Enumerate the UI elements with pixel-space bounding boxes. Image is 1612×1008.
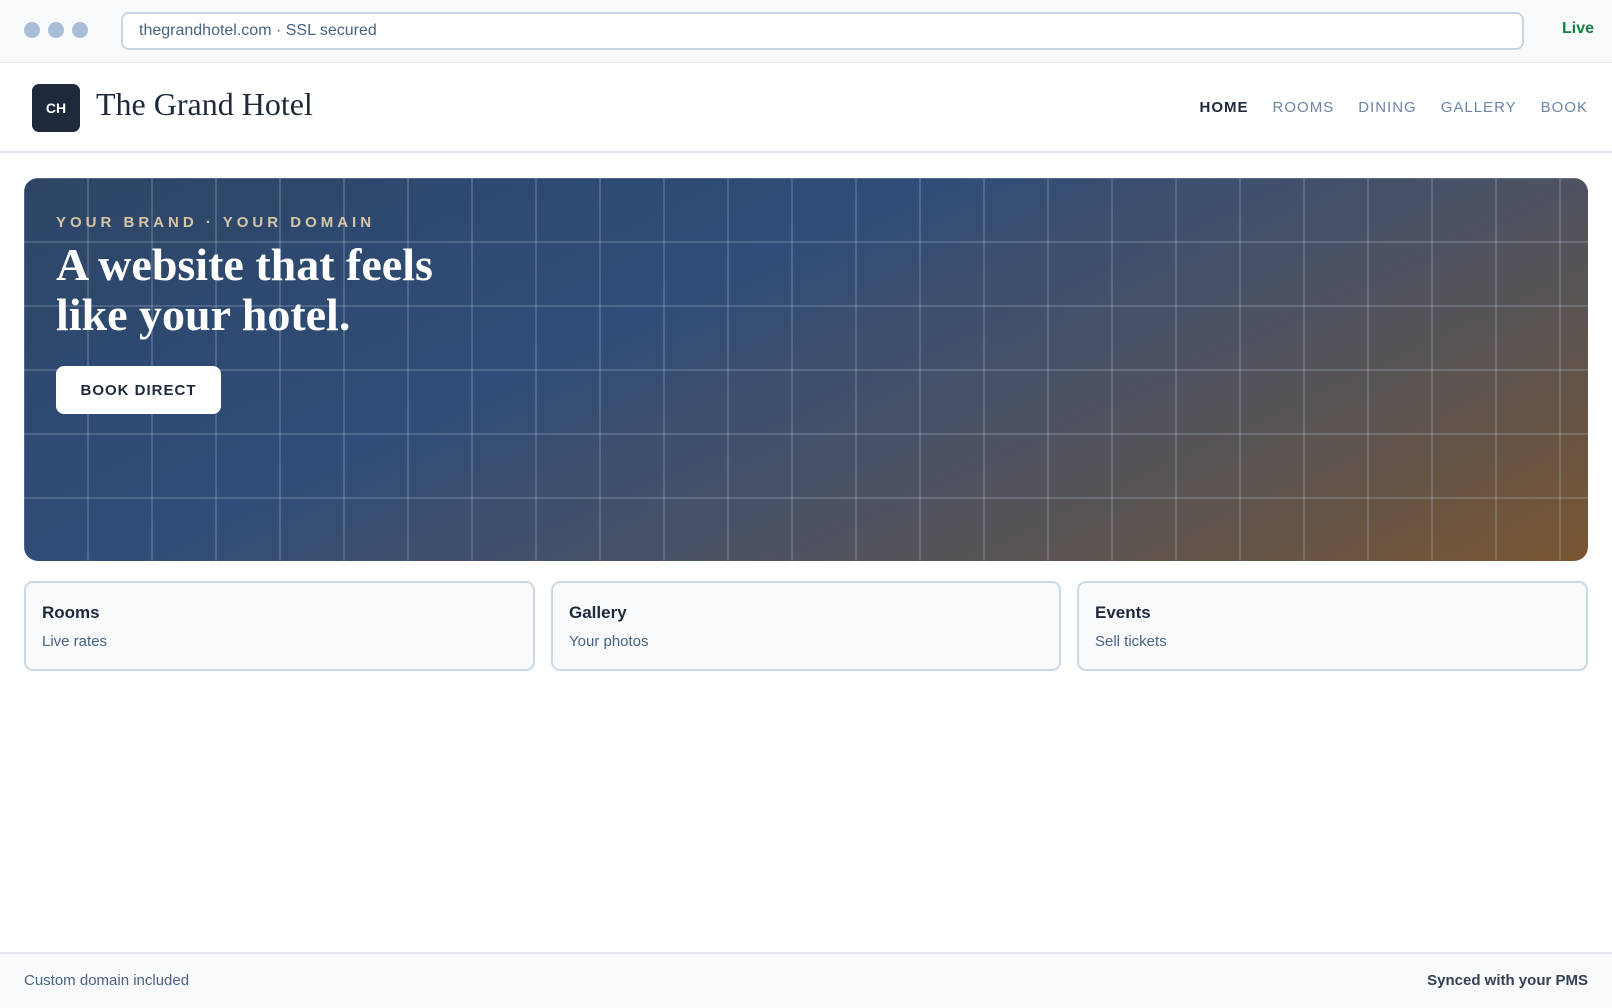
site-footer: Custom domain included Synced with your …	[0, 952, 1612, 1008]
site-header: CH The Grand Hotel HOME ROOMS DINING GAL…	[0, 63, 1612, 153]
hotel-name[interactable]: The Grand Hotel	[96, 86, 313, 123]
window-maximize-dot[interactable]	[72, 22, 88, 38]
hero-banner: YOUR BRAND · YOUR DOMAIN A website that …	[24, 178, 1588, 561]
window-close-dot[interactable]	[24, 22, 40, 38]
card-subtitle: Sell tickets	[1095, 633, 1167, 650]
card-title: Events	[1095, 603, 1151, 622]
card-subtitle: Live rates	[42, 633, 108, 650]
nav-book[interactable]: BOOK	[1541, 99, 1588, 116]
hero-headline: A website that feels like your hotel.	[56, 239, 433, 340]
hotel-logo[interactable]: CH	[32, 84, 80, 132]
nav-rooms[interactable]: ROOMS	[1273, 99, 1335, 116]
feature-card-gallery[interactable]: Gallery Your photos	[551, 581, 1061, 671]
main-nav: HOME ROOMS DINING GALLERY BOOK	[1200, 99, 1588, 116]
feature-card-rooms[interactable]: Rooms Live rates	[24, 581, 535, 671]
browser-chrome: thegrandhotel.com · SSL secured Live	[0, 0, 1612, 63]
feature-card-events[interactable]: Events Sell tickets	[1077, 581, 1588, 671]
page: thegrandhotel.com · SSL secured Live CH …	[0, 0, 1612, 1008]
card-title: Gallery	[569, 603, 627, 622]
hero-grid-overlay	[24, 178, 1588, 561]
nav-dining[interactable]: DINING	[1358, 99, 1417, 116]
nav-home[interactable]: HOME	[1200, 99, 1249, 116]
live-status-badge: Live	[1561, 20, 1594, 37]
address-bar[interactable]: thegrandhotel.com · SSL secured	[121, 12, 1524, 50]
hero-eyebrow: YOUR BRAND · YOUR DOMAIN	[56, 214, 376, 231]
nav-gallery[interactable]: GALLERY	[1441, 99, 1517, 116]
card-subtitle: Your photos	[569, 633, 649, 650]
address-bar-text: thegrandhotel.com · SSL secured	[139, 22, 377, 39]
card-title: Rooms	[42, 603, 100, 622]
window-minimize-dot[interactable]	[48, 22, 64, 38]
footer-domain-note: Custom domain included	[24, 972, 190, 989]
book-direct-button[interactable]: BOOK DIRECT	[56, 366, 221, 414]
footer-pms-note: Synced with your PMS	[1427, 972, 1588, 989]
